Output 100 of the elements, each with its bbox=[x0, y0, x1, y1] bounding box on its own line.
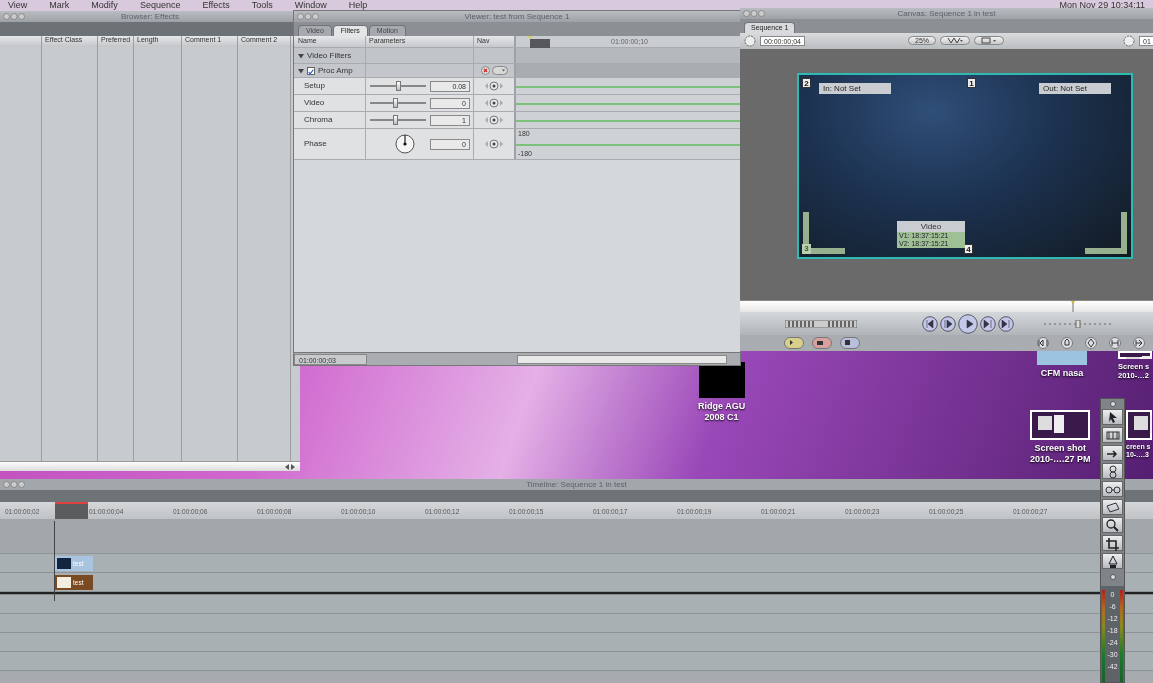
scroll-bar[interactable] bbox=[517, 354, 727, 364]
out-point-label: Out: Not Set bbox=[1039, 82, 1111, 94]
jog-dial-icon[interactable] bbox=[744, 34, 756, 47]
window-title: Viewer: test from Sequence 1 bbox=[464, 11, 570, 22]
tool-button[interactable] bbox=[1102, 535, 1123, 551]
toolbar-button[interactable] bbox=[812, 337, 832, 349]
parameter-label: Chroma bbox=[304, 115, 333, 125]
tool-icon bbox=[1103, 535, 1122, 551]
reset-button[interactable] bbox=[480, 66, 490, 75]
display-popup[interactable] bbox=[974, 36, 1004, 46]
render-bar bbox=[55, 502, 88, 519]
slider-thumb[interactable] bbox=[396, 81, 401, 91]
edit-icon bbox=[1083, 337, 1099, 349]
transport-button[interactable] bbox=[922, 315, 938, 332]
tool-button[interactable] bbox=[1102, 463, 1123, 479]
tool-icon bbox=[1103, 499, 1122, 515]
file-thumbnail[interactable] bbox=[1030, 410, 1091, 440]
menu-item[interactable]: Help bbox=[348, 0, 368, 11]
clip-icon bbox=[784, 337, 804, 349]
transport-icon bbox=[958, 313, 978, 334]
scroll-arrows-icon[interactable] bbox=[284, 463, 296, 470]
window-title: Canvas: Sequence 1 in test bbox=[897, 8, 996, 19]
transport-button[interactable] bbox=[998, 315, 1014, 332]
dial[interactable] bbox=[392, 131, 418, 157]
tool-button[interactable] bbox=[1102, 499, 1123, 515]
tool-button[interactable] bbox=[1102, 553, 1123, 569]
corner-number: 3 bbox=[802, 243, 811, 254]
edit-icon bbox=[1131, 337, 1147, 349]
transport-icon bbox=[922, 315, 938, 332]
transport-icon bbox=[998, 315, 1014, 332]
palette-close-icon[interactable] bbox=[1109, 401, 1116, 407]
parameter-label: Setup bbox=[304, 81, 325, 91]
file-name[interactable]: CFM nasa bbox=[1040, 368, 1084, 379]
keyframe-button[interactable] bbox=[484, 139, 504, 149]
disclosure-triangle-icon[interactable] bbox=[298, 67, 304, 74]
in-point-label: In: Not Set bbox=[819, 82, 891, 94]
file-name[interactable]: Screen shot bbox=[1034, 443, 1087, 454]
view-popup[interactable] bbox=[940, 36, 970, 46]
toolbar-button[interactable] bbox=[1035, 337, 1051, 349]
checkbox[interactable] bbox=[307, 66, 315, 75]
disclosure-triangle-icon[interactable] bbox=[298, 52, 304, 59]
menu-item[interactable]: Mark bbox=[49, 0, 70, 11]
transport-button[interactable] bbox=[940, 315, 956, 332]
palette-close-icon[interactable] bbox=[1109, 574, 1116, 580]
shuttle-control[interactable] bbox=[785, 319, 857, 328]
jog-slider-thumb[interactable] bbox=[1075, 319, 1081, 328]
transport-button[interactable] bbox=[980, 315, 996, 332]
edit-icon bbox=[1107, 337, 1123, 349]
slider-thumb[interactable] bbox=[393, 98, 399, 108]
toolbar-button[interactable] bbox=[784, 337, 804, 349]
tool-button[interactable] bbox=[1102, 409, 1123, 425]
filter-label: Proc Amp bbox=[318, 65, 353, 76]
clip-icon bbox=[812, 337, 832, 349]
tool-button[interactable] bbox=[1102, 427, 1123, 443]
parameter-label: Phase bbox=[304, 139, 327, 149]
menu-item[interactable]: Modify bbox=[91, 0, 118, 11]
file-name[interactable]: 2010-….27 PM bbox=[1030, 453, 1091, 465]
file-thumbnail[interactable] bbox=[1037, 351, 1087, 365]
transport-button[interactable] bbox=[958, 313, 978, 334]
tool-button[interactable] bbox=[1102, 445, 1123, 461]
tool-button[interactable] bbox=[1102, 481, 1123, 497]
corner-number: 2 bbox=[802, 77, 811, 88]
keyframe-button[interactable] bbox=[484, 115, 504, 125]
group-label: Video Filters bbox=[307, 50, 352, 61]
jog-dial-icon[interactable] bbox=[1123, 34, 1135, 47]
menu-item[interactable]: Sequence bbox=[139, 0, 181, 11]
toolbar-button[interactable] bbox=[840, 337, 860, 349]
playhead-icon[interactable] bbox=[528, 36, 550, 48]
menu-item[interactable]: Window bbox=[294, 0, 327, 11]
popup-button[interactable] bbox=[491, 66, 508, 75]
overlay-title: Video bbox=[897, 220, 965, 233]
menu-item[interactable]: Effects bbox=[202, 0, 230, 11]
edit-icon bbox=[1059, 337, 1075, 349]
corner-bracket bbox=[1085, 211, 1127, 254]
edit-icon bbox=[1035, 337, 1051, 349]
menu-item[interactable]: Tools bbox=[251, 0, 273, 11]
parameter-label: Video bbox=[304, 98, 325, 108]
menu-clock: Mon Nov 29 10:34:11 bbox=[1059, 0, 1145, 11]
view-mode-icon bbox=[947, 37, 963, 45]
file-name[interactable]: 2008 C1 bbox=[704, 411, 739, 423]
clip-icon bbox=[840, 337, 860, 349]
frame-icon bbox=[981, 37, 997, 45]
scroll-bar[interactable] bbox=[0, 461, 300, 471]
corner-bracket bbox=[803, 211, 845, 254]
transport-icon bbox=[980, 315, 996, 332]
keyframe-button[interactable] bbox=[484, 81, 504, 91]
file-name[interactable]: Ridge AGU bbox=[698, 401, 746, 412]
transport-icon bbox=[940, 315, 956, 332]
clip-thumbnail bbox=[57, 558, 71, 569]
file-thumbnail[interactable] bbox=[1126, 410, 1152, 440]
keyframe-button[interactable] bbox=[484, 98, 504, 108]
slider-thumb[interactable] bbox=[393, 115, 399, 125]
toolbar-button[interactable] bbox=[1059, 337, 1075, 349]
window-title: Browser: Effects bbox=[120, 11, 180, 22]
toolbar-button[interactable] bbox=[1083, 337, 1099, 349]
menu-item[interactable]: View bbox=[8, 0, 28, 11]
tool-button[interactable] bbox=[1102, 517, 1123, 533]
clip-thumbnail bbox=[57, 577, 71, 588]
jog-slider[interactable] bbox=[1043, 319, 1113, 328]
toolbar-button[interactable] bbox=[1131, 337, 1147, 349]
